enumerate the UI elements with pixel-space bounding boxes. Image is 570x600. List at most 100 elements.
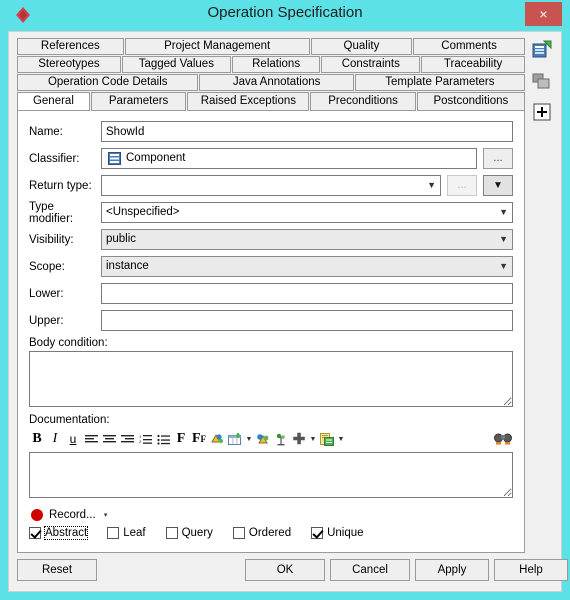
checkbox-leaf[interactable]: Leaf (107, 527, 146, 539)
ordered-checkbox-box[interactable] (232, 527, 245, 539)
add-caret-icon[interactable]: ▼ (309, 436, 317, 443)
lower-row: Lower: (29, 283, 513, 304)
title-bar: Operation Specification × (0, 0, 570, 31)
tab-operation-code-details[interactable]: Operation Code Details (17, 74, 199, 91)
leaf-checkbox-box[interactable] (107, 527, 120, 539)
font-icon[interactable]: F (173, 430, 189, 448)
underline-icon[interactable]: u (65, 430, 81, 448)
lower-input[interactable] (101, 283, 513, 304)
dialog-content: References Project Management Quality Co… (17, 38, 568, 587)
type-modifier-row: Type modifier: <Unspecified> ▼ (29, 200, 513, 225)
add-icon[interactable]: ✚ (291, 430, 307, 448)
align-right-icon[interactable] (119, 430, 135, 448)
name-input[interactable] (101, 121, 513, 142)
chevron-down-icon: ▼ (499, 261, 508, 271)
upper-label: Upper: (29, 314, 64, 327)
visibility-value: public (106, 233, 137, 245)
checkbox-abstract[interactable]: Abstract (29, 526, 89, 540)
help-button[interactable]: Help (494, 559, 568, 581)
checkbox-query[interactable]: Query (165, 527, 213, 539)
query-checkbox-box[interactable] (165, 527, 178, 539)
tab-general[interactable]: General (17, 92, 90, 111)
unordered-list-icon[interactable] (155, 430, 171, 448)
scope-combo[interactable]: instance ▼ (101, 256, 513, 277)
visibility-combo[interactable]: public ▼ (101, 229, 513, 250)
type-modifier-combo[interactable]: <Unspecified> ▼ (101, 202, 513, 223)
record-button[interactable]: Record... ▾ (31, 509, 513, 521)
checkbox-ordered[interactable]: Ordered (232, 527, 291, 539)
copy-element-icon[interactable] (530, 69, 554, 93)
documentation-toolbar: B I u 12 F F F ▼ ✚ ▼ ▼ (29, 428, 513, 450)
tab-quality[interactable]: Quality (310, 38, 413, 55)
ok-button[interactable]: OK (245, 559, 325, 581)
tab-stereotypes[interactable]: Stereotypes (17, 56, 121, 73)
classifier-value-field[interactable]: Component (101, 148, 477, 169)
tab-postconditions[interactable]: Postconditions (416, 92, 526, 111)
classifier-row: Classifier: Component ... (29, 148, 513, 169)
tab-parameters[interactable]: Parameters (90, 92, 187, 111)
text-color-icon[interactable] (209, 430, 225, 448)
documentation-label: Documentation: (29, 414, 110, 426)
type-modifier-label: Type modifier: (29, 200, 74, 225)
scope-row: Scope: instance ▼ (29, 256, 513, 277)
align-center-icon[interactable] (101, 430, 117, 448)
return-type-browse-button[interactable]: ... (447, 175, 477, 196)
leaf-label: Leaf (123, 527, 146, 539)
tab-constraints[interactable]: Constraints (321, 56, 421, 73)
upper-input[interactable] (101, 310, 513, 331)
align-left-icon[interactable] (83, 430, 99, 448)
record-caret-icon[interactable]: ▾ (102, 511, 110, 519)
return-type-combo[interactable]: ▼ (101, 175, 441, 196)
insert-symbol-icon[interactable] (273, 430, 289, 448)
tab-template-parameters[interactable]: Template Parameters (354, 74, 525, 91)
find-icon[interactable] (493, 430, 513, 448)
return-type-menu-button[interactable]: ▼ (483, 175, 513, 196)
italic-icon[interactable]: I (47, 430, 63, 448)
paste-icon[interactable] (319, 430, 335, 448)
close-button[interactable]: × (525, 2, 562, 26)
checkbox-unique[interactable]: Unique (311, 527, 364, 539)
tab-raised-exceptions[interactable]: Raised Exceptions (187, 92, 310, 111)
unique-checkbox-box[interactable] (311, 527, 324, 539)
chevron-down-icon: ▼ (499, 234, 508, 244)
query-label: Query (181, 527, 213, 539)
insert-table-caret-icon[interactable]: ▼ (245, 436, 253, 443)
tab-relations[interactable]: Relations (231, 56, 321, 73)
general-tab-panel: Name: Classifier: Component .. (17, 111, 525, 553)
lower-label: Lower: (29, 287, 64, 300)
tab-java-annotations[interactable]: Java Annotations (199, 74, 354, 91)
insert-image-icon[interactable] (255, 430, 271, 448)
tab-row-3: Operation Code Details Java Annotations … (17, 74, 525, 91)
dialog-body: References Project Management Quality Co… (8, 31, 568, 592)
abstract-checkbox-box[interactable] (29, 527, 41, 539)
classifier-browse-button[interactable]: ... (483, 148, 513, 169)
classifier-text: Component (126, 152, 186, 164)
tab-row-1: References Project Management Quality Co… (17, 38, 525, 55)
insert-table-icon[interactable] (227, 430, 243, 448)
apply-button[interactable]: Apply (415, 559, 489, 581)
reset-button[interactable]: Reset (17, 559, 97, 581)
ordered-list-icon[interactable]: 12 (137, 430, 153, 448)
tab-comments[interactable]: Comments (413, 38, 525, 55)
side-toolbar (527, 38, 557, 131)
tab-preconditions[interactable]: Preconditions (310, 92, 416, 111)
tab-project-management[interactable]: Project Management (124, 38, 310, 55)
abstract-label: Abstract (43, 526, 89, 540)
cancel-button[interactable]: Cancel (330, 559, 410, 581)
visibility-label: Visibility: (29, 233, 74, 246)
tab-references[interactable]: References (17, 38, 124, 55)
record-dot-icon (31, 509, 43, 521)
visibility-row: Visibility: public ▼ (29, 229, 513, 250)
tab-tagged-values[interactable]: Tagged Values (121, 56, 231, 73)
bold-icon[interactable]: B (29, 430, 45, 448)
expand-icon[interactable] (530, 100, 554, 124)
font-size-icon[interactable]: FF (191, 430, 207, 448)
name-label: Name: (29, 125, 63, 138)
body-condition-textarea[interactable] (29, 351, 513, 407)
add-property-icon[interactable] (530, 38, 554, 62)
paste-caret-icon[interactable]: ▼ (337, 436, 345, 443)
classifier-label: Classifier: (29, 152, 80, 165)
scope-value: instance (106, 260, 149, 272)
tab-traceability[interactable]: Traceability (421, 56, 526, 73)
documentation-textarea[interactable] (29, 452, 513, 498)
